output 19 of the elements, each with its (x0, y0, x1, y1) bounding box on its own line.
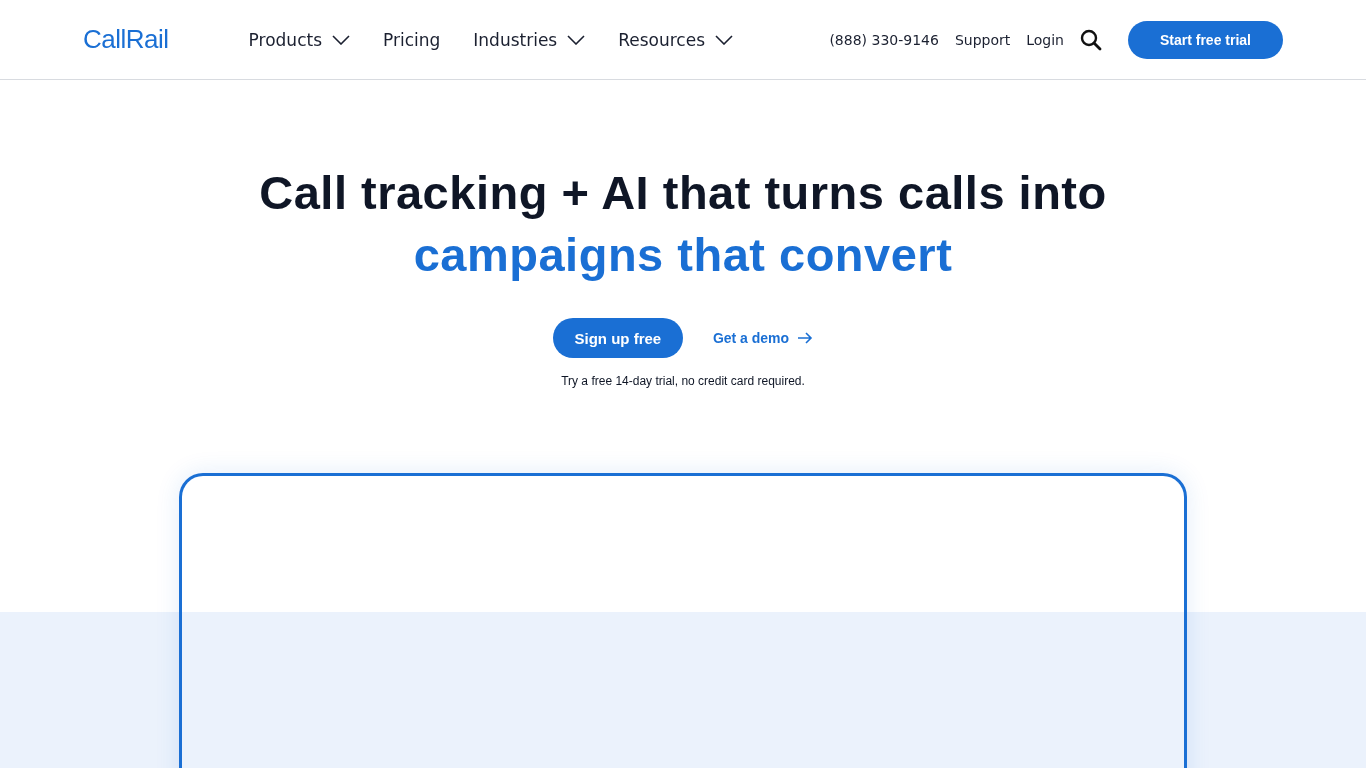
nav-link[interactable]: Resources (618, 29, 734, 50)
nav-link[interactable]: Industries (473, 29, 586, 50)
chevron-down-icon (715, 34, 734, 45)
hero-heading-accent: campaigns that convert (413, 227, 953, 283)
start-trial-button[interactable]: Start free trial (1128, 20, 1283, 59)
phone-link[interactable]: (888) 330-9146 (829, 31, 939, 48)
search-icon[interactable] (1080, 28, 1102, 51)
sign-up-button[interactable]: Sign up free (552, 318, 683, 358)
chevron-down-icon (332, 34, 350, 45)
arrow-right-icon (797, 332, 814, 344)
logo[interactable]: CallRail (83, 24, 169, 55)
login-link[interactable]: Login (1026, 31, 1064, 48)
trial-note: Try a free 14-day trial, no credit card required. (561, 374, 805, 388)
demo-link[interactable]: Get a demo (712, 330, 814, 346)
support-link[interactable]: Support (954, 31, 1011, 48)
hero-heading: Call tracking + AI that turns calls into (259, 165, 1107, 221)
nav-link[interactable]: Pricing (383, 29, 441, 50)
chevron-down-icon (567, 34, 586, 45)
nav-link[interactable]: Products (248, 29, 350, 50)
